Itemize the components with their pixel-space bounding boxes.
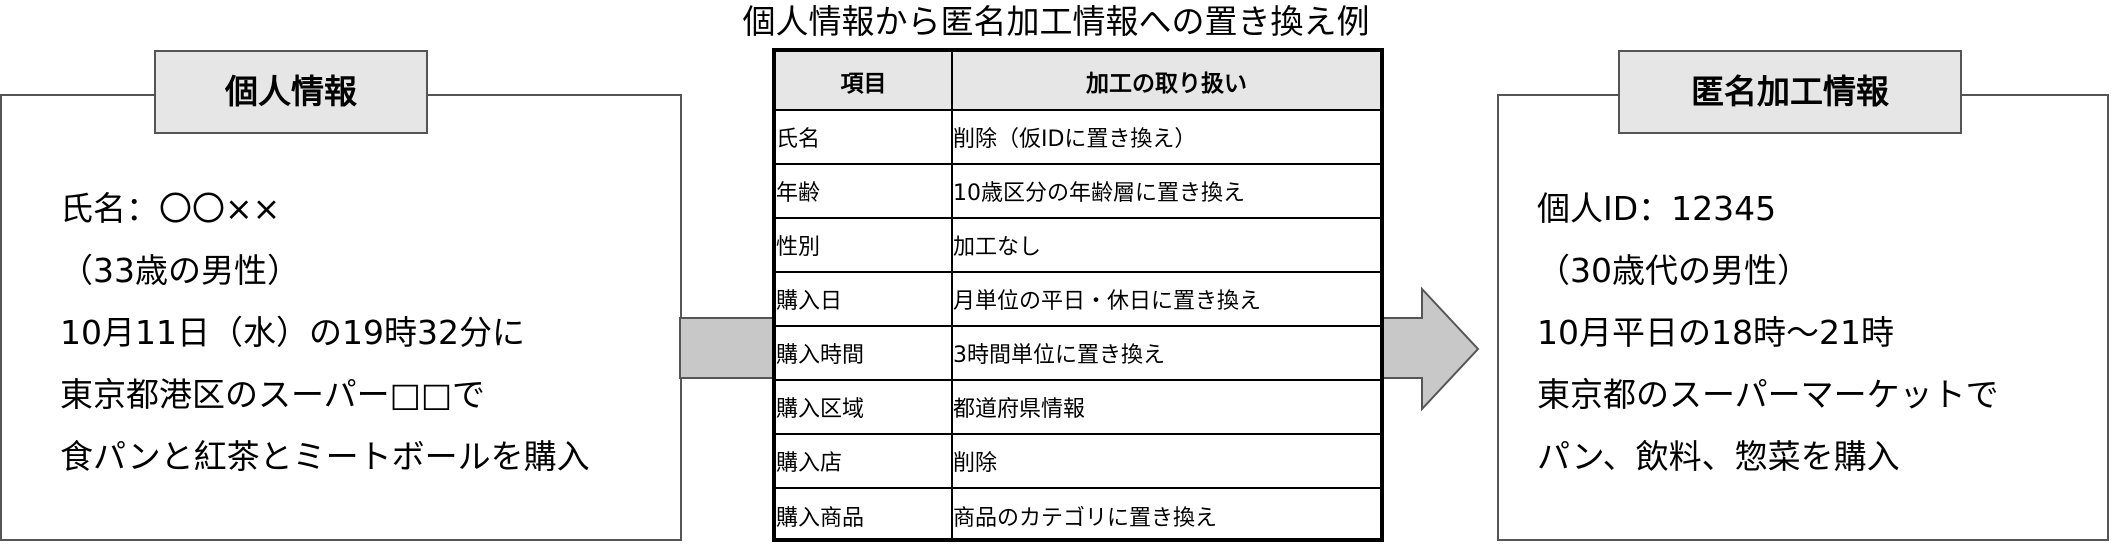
table-row: 性別 加工なし bbox=[776, 217, 1380, 273]
table-row: 購入日 月単位の平日・休日に置き換え bbox=[776, 271, 1380, 327]
item-cell: 購入日 bbox=[776, 271, 953, 327]
processing-cell: 3時間単位に置き換え bbox=[951, 325, 1380, 381]
personal-info-line: （33歳の男性） bbox=[60, 251, 300, 290]
anonymized-info-lines: 個人ID：12345 （30歳代の男性） 10月平日の18時～21時 東京都のス… bbox=[1537, 178, 1999, 488]
personal-info-line: 氏名：〇〇×× bbox=[60, 189, 281, 228]
item-cell: 購入区域 bbox=[776, 379, 953, 435]
table-row: 購入区域 都道府県情報 bbox=[776, 379, 1380, 435]
personal-info-header: 個人情報 bbox=[154, 50, 428, 134]
processing-cell: 都道府県情報 bbox=[951, 379, 1380, 435]
processing-cell: 商品のカテゴリに置き換え bbox=[951, 487, 1380, 542]
conversion-table: 項目 加工の取り扱い 氏名 削除（仮IDに置き換え） 年齢 10歳区分の年齢層に… bbox=[772, 48, 1384, 542]
anonymized-info-line: パン、飲料、惣菜を購入 bbox=[1537, 437, 1900, 476]
table-row: 購入店 削除 bbox=[776, 433, 1380, 489]
left-arrow-shaft bbox=[679, 317, 775, 379]
processing-cell: 削除 bbox=[951, 433, 1380, 489]
personal-info-lines: 氏名：〇〇×× （33歳の男性） 10月11日（水）の19時32分に 東京都港区… bbox=[60, 178, 590, 488]
anonymized-info-line: 10月平日の18時～21時 bbox=[1537, 313, 1894, 352]
column-header-processing: 加工の取り扱い bbox=[951, 52, 1380, 111]
anonymized-info-line: 東京都のスーパーマーケットで bbox=[1537, 375, 1999, 414]
processing-cell: 月単位の平日・休日に置き換え bbox=[951, 271, 1380, 327]
processing-cell: 削除（仮IDに置き換え） bbox=[951, 109, 1380, 165]
anonymized-info-line: （30歳代の男性） bbox=[1537, 251, 1810, 290]
table-row: 年齢 10歳区分の年齢層に置き換え bbox=[776, 163, 1380, 219]
processing-cell: 加工なし bbox=[951, 217, 1380, 273]
column-header-item: 項目 bbox=[776, 52, 953, 111]
processing-cell: 10歳区分の年齢層に置き換え bbox=[951, 163, 1380, 219]
item-cell: 購入商品 bbox=[776, 487, 953, 542]
personal-info-line: 東京都港区のスーパー□□で bbox=[60, 375, 486, 414]
item-cell: 性別 bbox=[776, 217, 953, 273]
item-cell: 購入時間 bbox=[776, 325, 953, 381]
personal-info-line: 10月11日（水）の19時32分に bbox=[60, 313, 525, 352]
right-arrow-icon bbox=[1377, 286, 1480, 412]
table-row: 購入時間 3時間単位に置き換え bbox=[776, 325, 1380, 381]
table-header-row: 項目 加工の取り扱い bbox=[776, 52, 1380, 111]
anonymized-info-header: 匿名加工情報 bbox=[1618, 50, 1962, 134]
item-cell: 購入店 bbox=[776, 433, 953, 489]
item-cell: 年齢 bbox=[776, 163, 953, 219]
table-row: 氏名 削除（仮IDに置き換え） bbox=[776, 109, 1380, 165]
diagram-title: 個人情報から匿名加工情報への置き換え例 bbox=[742, 2, 1370, 41]
personal-info-line: 食パンと紅茶とミートボールを購入 bbox=[60, 437, 590, 476]
anonymized-info-line: 個人ID：12345 bbox=[1537, 189, 1777, 228]
table-row: 購入商品 商品のカテゴリに置き換え bbox=[776, 487, 1380, 542]
item-cell: 氏名 bbox=[776, 109, 953, 165]
